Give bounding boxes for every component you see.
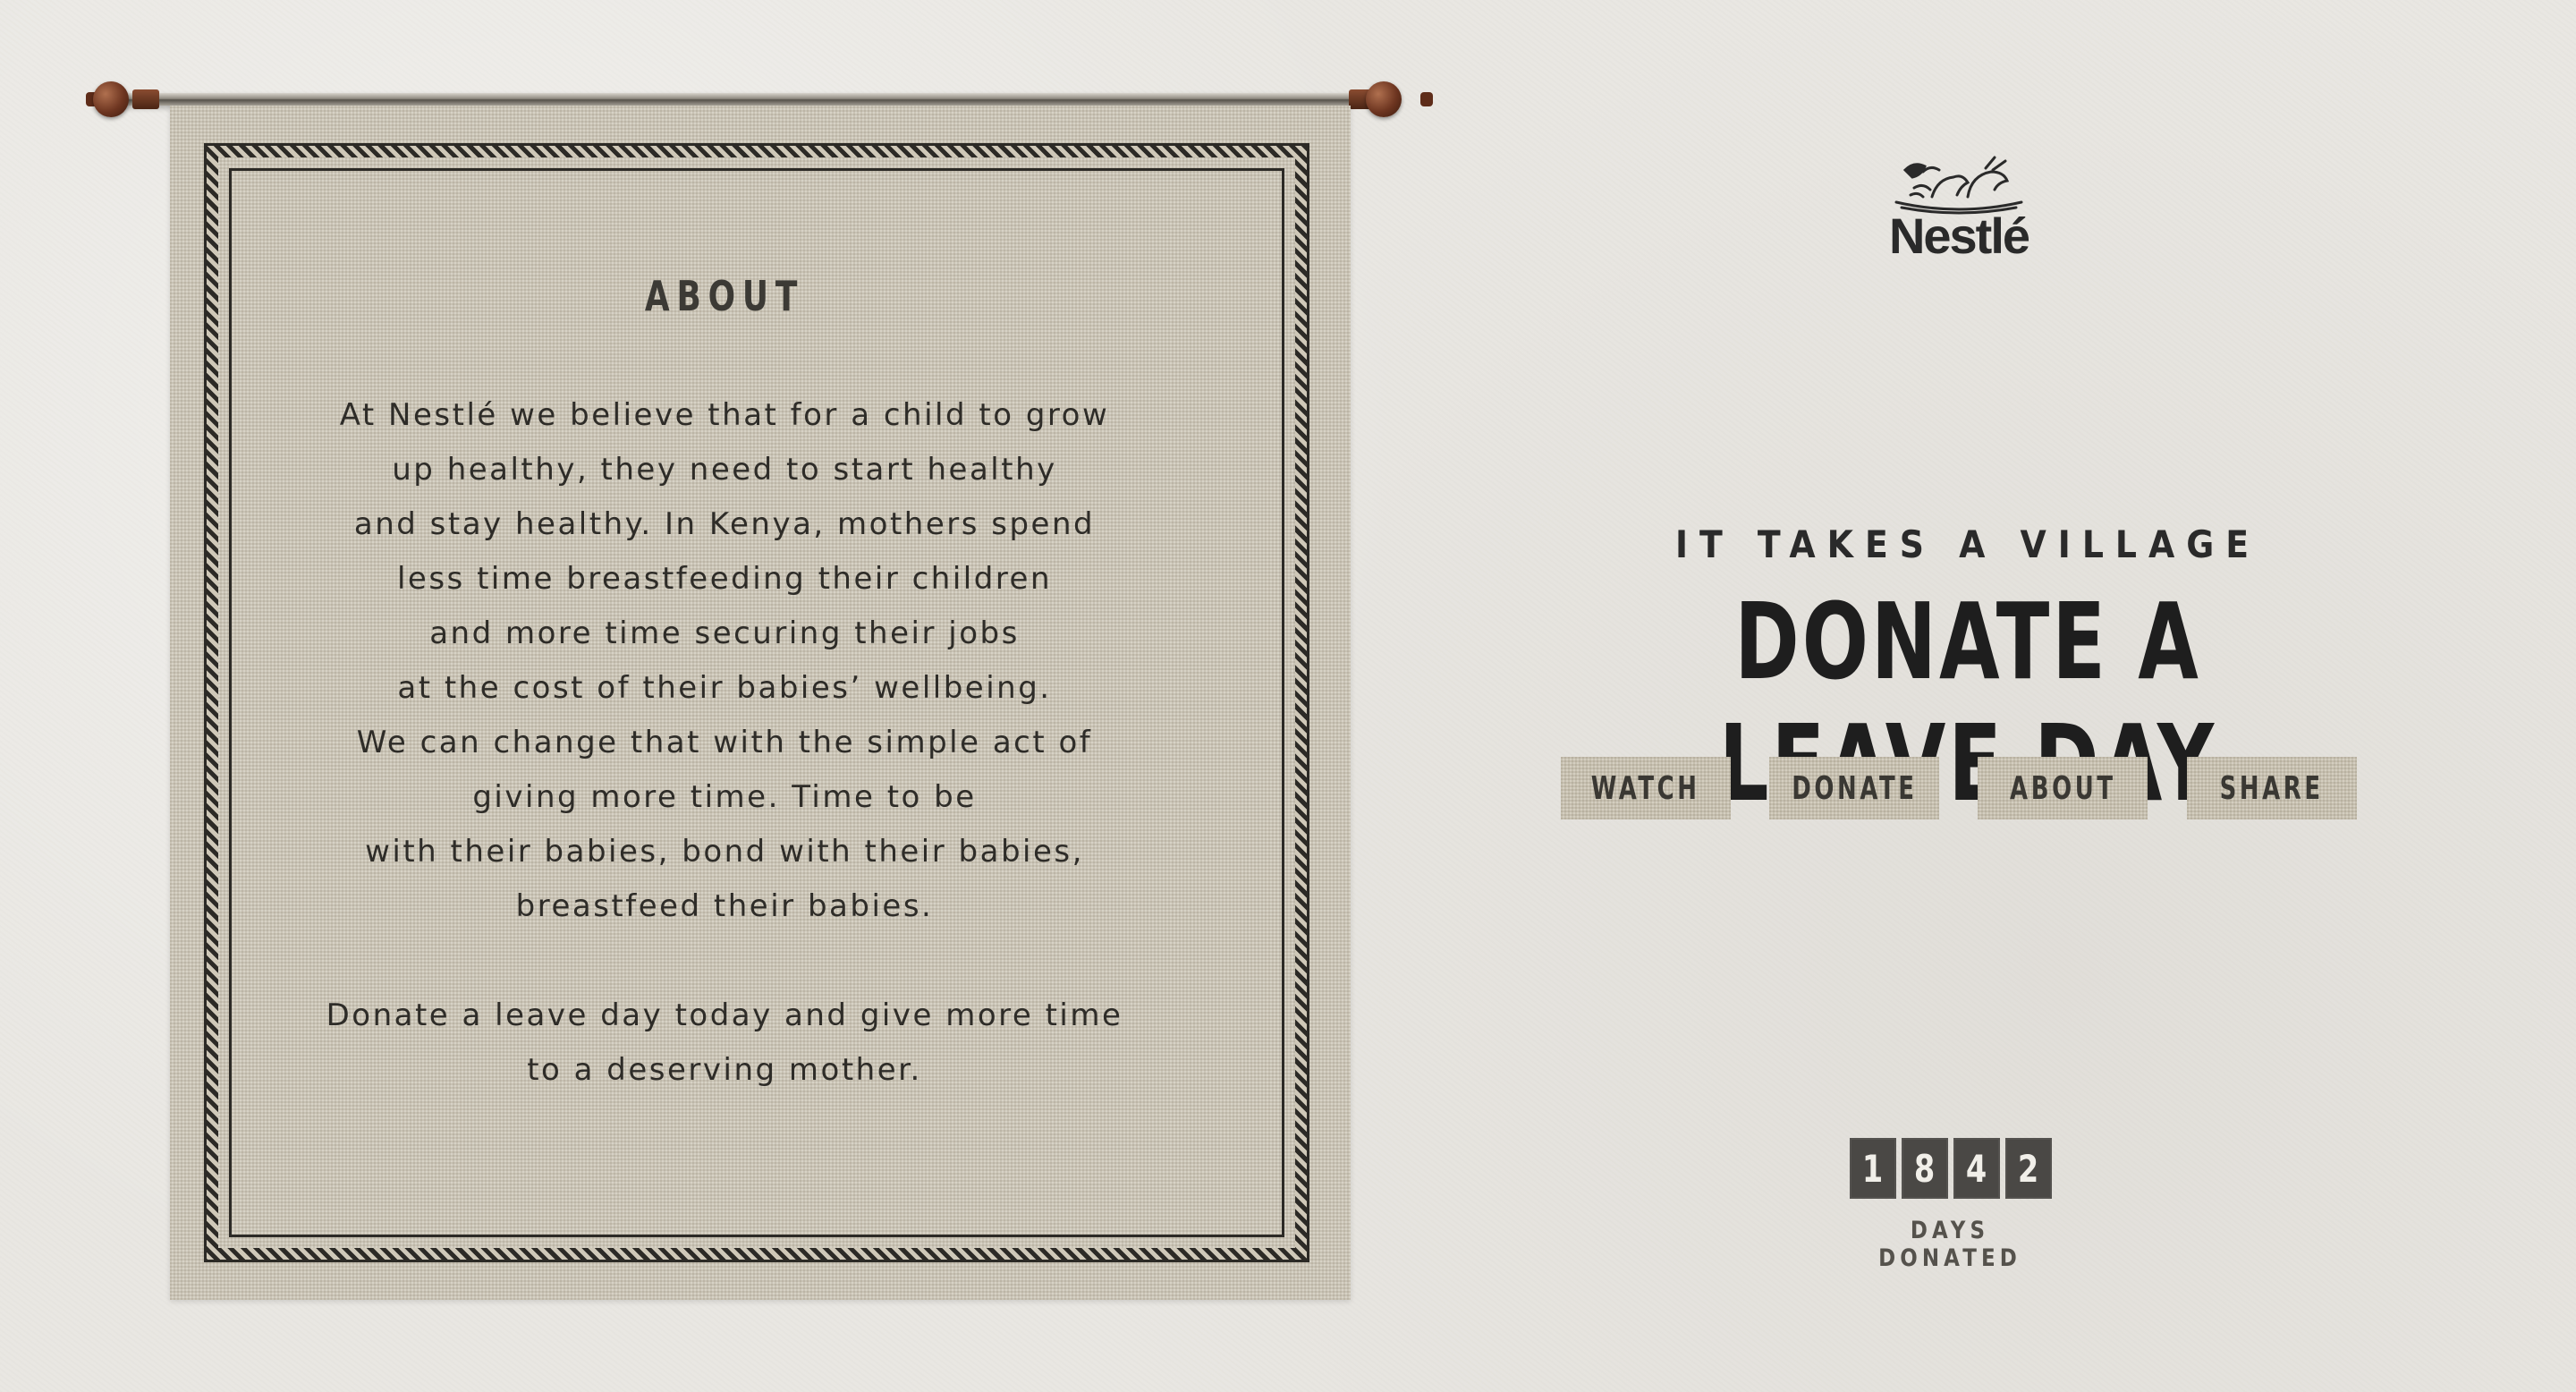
curtain-rod [106, 93, 1354, 106]
about-line: up healthy, they need to start healthy [392, 452, 1057, 488]
about-line: At Nestlé we believe that for a child to… [339, 397, 1110, 433]
counter-digit-value: 8 [1914, 1146, 1936, 1191]
rod-finial-left [93, 81, 129, 117]
about-line: breastfeed their babies. [515, 888, 934, 924]
about-line: with their babies, bond with their babie… [365, 834, 1084, 870]
nestle-wordmark: Nestlé [1888, 208, 2030, 264]
main-nav: WATCH DONATE ABOUT SHARE [1561, 757, 2357, 819]
about-button-label: ABOUT [2009, 769, 2116, 807]
nestle-logo[interactable]: Nestlé [1852, 152, 2066, 268]
rod-finial-right [1366, 81, 1402, 117]
about-title: ABOUT [644, 272, 805, 320]
nest-birds-icon [1894, 156, 2023, 215]
counter-digit: 8 [1902, 1138, 1948, 1199]
donate-button[interactable]: DONATE [1769, 757, 1939, 819]
about-closing-line: to a deserving mother. [527, 1052, 922, 1088]
about-line: and stay healthy. In Kenya, mothers spen… [353, 506, 1096, 542]
counter-digit-value: 1 [1862, 1146, 1884, 1191]
days-donated-label: DAYS DONATED [1878, 1217, 2021, 1272]
tagline: IT TAKES A VILLAGE [1674, 522, 2261, 566]
share-button-label: SHARE [2219, 769, 2325, 807]
share-button[interactable]: SHARE [2187, 757, 2357, 819]
about-line: We can change that with the simple act o… [356, 725, 1093, 760]
watch-button-label: WATCH [1591, 769, 1700, 807]
counter-digit: 1 [1850, 1138, 1896, 1199]
days-donated-counter: 1 8 4 2 [1850, 1138, 2052, 1199]
donate-button-label: DONATE [1791, 769, 1918, 807]
about-line: and more time securing their jobs [429, 615, 1020, 651]
counter-digit-value: 2 [2018, 1146, 2039, 1191]
about-line: at the cost of their babies’ wellbeing. [397, 670, 1052, 706]
watch-button[interactable]: WATCH [1561, 757, 1731, 819]
about-button[interactable]: ABOUT [1978, 757, 2148, 819]
about-closing-line: Donate a leave day today and give more t… [326, 997, 1123, 1033]
about-line: giving more time. Time to be [472, 779, 977, 815]
rod-collar-left [132, 89, 159, 109]
counter-digit: 2 [2005, 1138, 2052, 1199]
counter-digit: 4 [1953, 1138, 2000, 1199]
about-line: less time breastfeeding their children [396, 561, 1053, 597]
rod-end-cap-right [1420, 92, 1433, 106]
about-tapestry-panel: ABOUT At Nestlé we believe that for a ch… [170, 106, 1351, 1300]
about-body: At Nestlé we believe that for a child to… [242, 388, 1208, 1098]
counter-digit-value: 4 [1966, 1146, 1987, 1191]
about-content: ABOUT At Nestlé we believe that for a ch… [242, 276, 1208, 1098]
